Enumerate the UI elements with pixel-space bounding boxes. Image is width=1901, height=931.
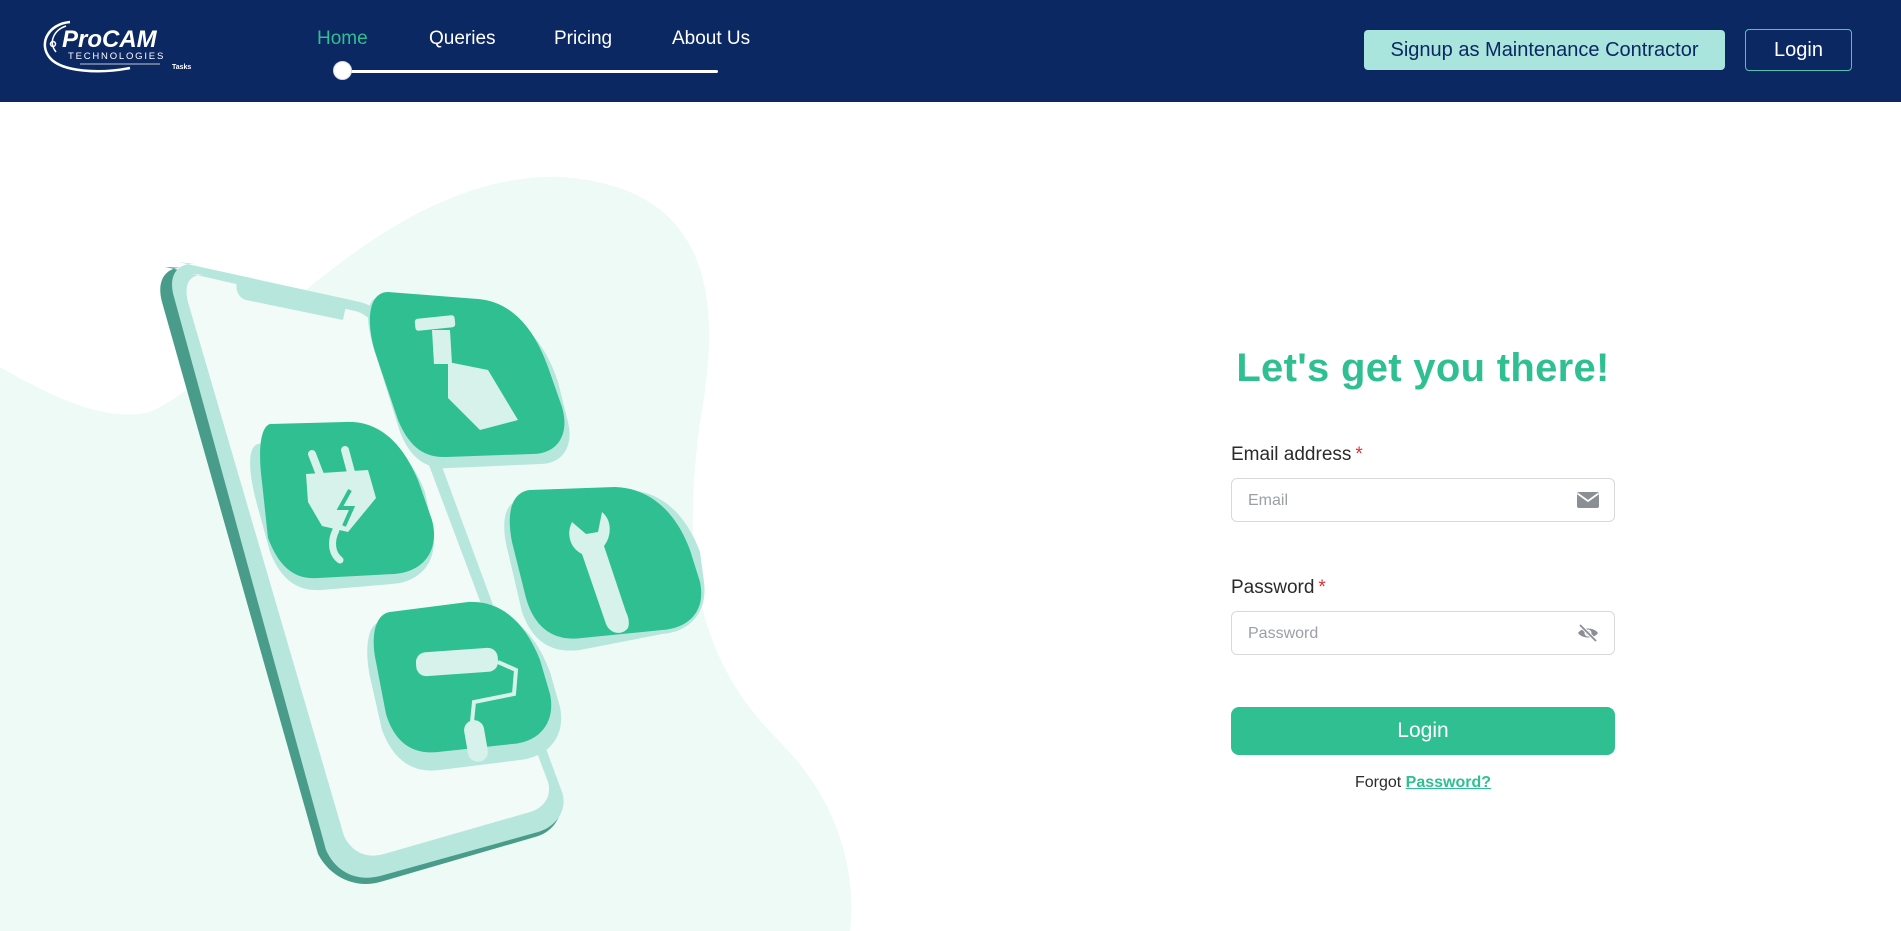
email-input[interactable] (1246, 479, 1570, 523)
password-field[interactable] (1231, 611, 1615, 656)
forgot-password-link[interactable]: Password? (1406, 774, 1491, 791)
wrench-icon (504, 487, 705, 651)
email-field[interactable] (1231, 478, 1615, 523)
top-navbar: ProCAM TECHNOLOGIES Tasks Home Queries P… (0, 0, 1901, 102)
nav-queries[interactable]: Queries (429, 28, 496, 50)
nav-indicator-track (340, 70, 718, 73)
nav-pricing[interactable]: Pricing (554, 28, 612, 50)
logo-text: ProCAM (62, 26, 158, 53)
forgot-prefix: Forgot (1354, 774, 1402, 791)
password-input[interactable] (1246, 612, 1570, 656)
login-submit-button[interactable]: Login (1231, 707, 1615, 755)
password-label-text: Password (1231, 577, 1315, 598)
procam-logo[interactable]: ProCAM TECHNOLOGIES Tasks (40, 14, 210, 80)
form-heading: Let's get you there! (1236, 346, 1610, 390)
email-label: Email address * (1231, 444, 1363, 466)
logo-subtitle: TECHNOLOGIES (68, 51, 165, 62)
header-login-button[interactable]: Login (1745, 29, 1852, 71)
nav-home[interactable]: Home (317, 28, 368, 50)
forgot-password: Forgot Password? (1231, 774, 1615, 792)
password-label: Password * (1231, 577, 1326, 599)
eye-slash-icon[interactable] (1576, 623, 1600, 643)
signup-contractor-button[interactable]: Signup as Maintenance Contractor (1364, 30, 1725, 70)
nav-indicator-knob[interactable] (333, 61, 352, 80)
envelope-icon (1576, 492, 1600, 508)
nav-about-us[interactable]: About Us (672, 28, 750, 50)
email-required-marker: * (1355, 444, 1363, 465)
password-required-marker: * (1318, 577, 1326, 598)
maintenance-illustration (0, 176, 852, 931)
email-label-text: Email address (1231, 444, 1352, 465)
logo-tagline: Tasks (172, 64, 191, 71)
